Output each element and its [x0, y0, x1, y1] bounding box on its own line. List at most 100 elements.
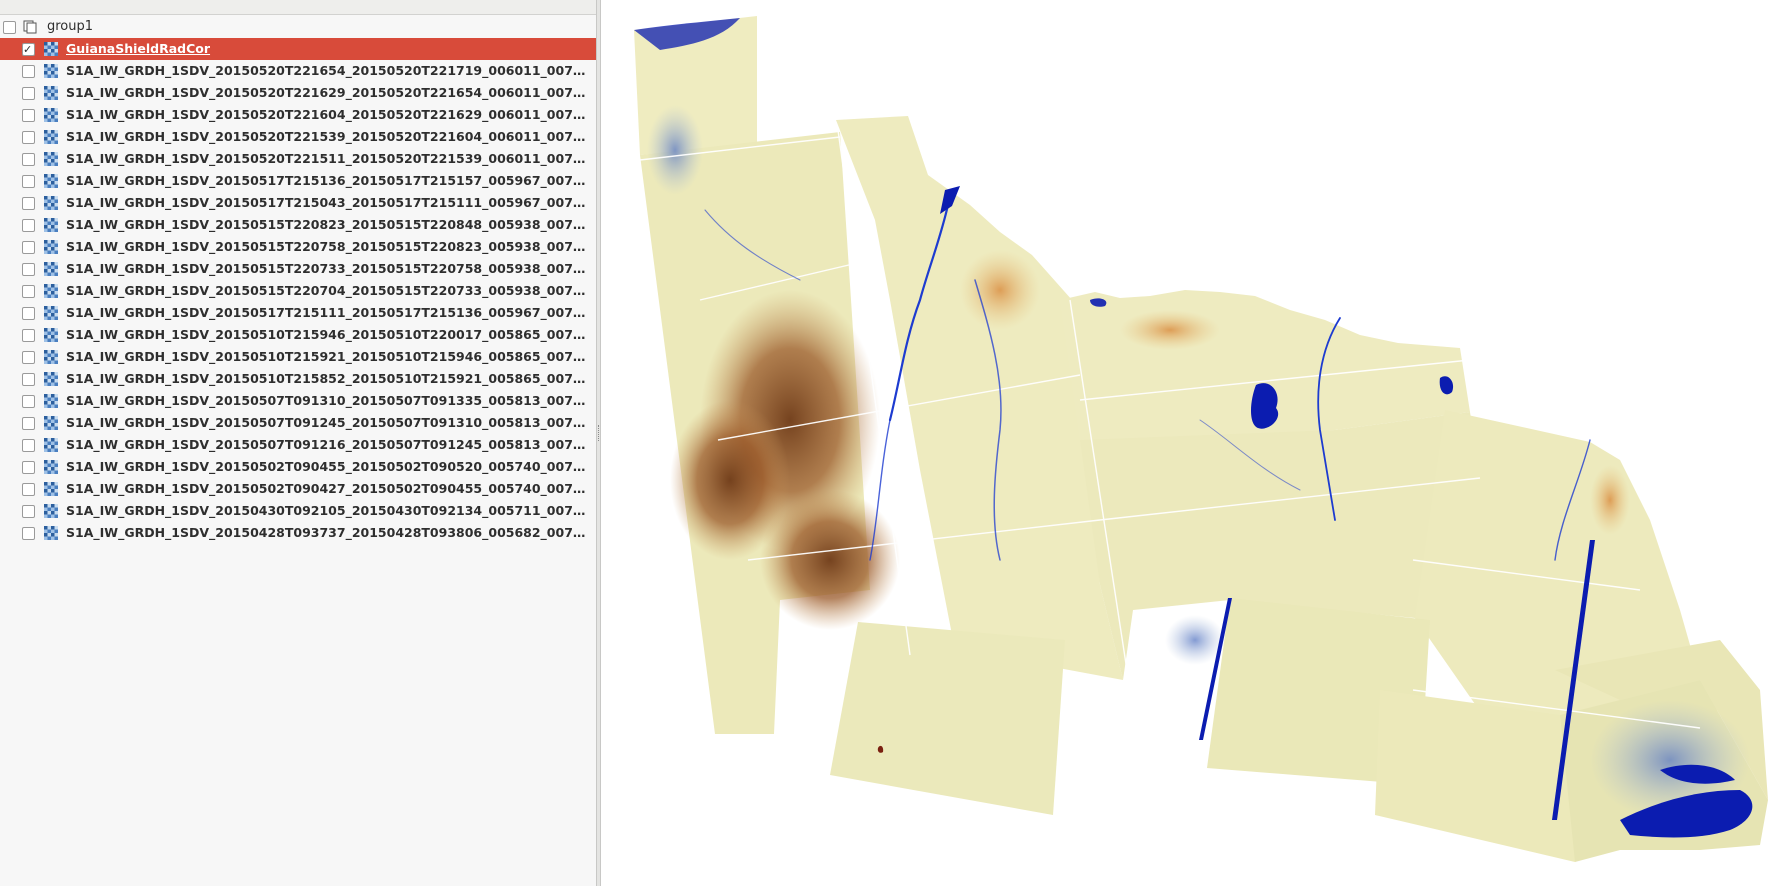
layer-row[interactable]: S1A_IW_GRDH_1SDV_20150502T090455_2015050…	[0, 456, 596, 478]
raster-layer-icon	[44, 174, 58, 188]
raster-layer-icon	[44, 438, 58, 452]
layer-visibility-checkbox[interactable]	[22, 197, 35, 210]
layer-label: S1A_IW_GRDH_1SDV_20150517T215043_2015051…	[66, 195, 590, 210]
layer-visibility-checkbox[interactable]	[22, 109, 35, 122]
layer-row[interactable]: S1A_IW_GRDH_1SDV_20150510T215921_2015051…	[0, 346, 596, 368]
layer-visibility-checkbox[interactable]	[22, 87, 35, 100]
raster-layer-icon	[44, 262, 58, 276]
layer-label: S1A_IW_GRDH_1SDV_20150515T220758_2015051…	[66, 239, 590, 254]
raster-layer-icon	[44, 130, 58, 144]
group-label: group1	[47, 19, 94, 34]
layer-label: S1A_IW_GRDH_1SDV_20150502T090427_2015050…	[66, 481, 590, 496]
layer-visibility-checkbox[interactable]	[22, 263, 35, 276]
raster-layer-icon	[44, 42, 58, 56]
layer-visibility-checkbox[interactable]	[22, 439, 35, 452]
layer-label: S1A_IW_GRDH_1SDV_20150428T093737_2015042…	[66, 525, 590, 540]
raster-layer-icon	[44, 372, 58, 386]
layer-visibility-checkbox[interactable]	[22, 153, 35, 166]
layer-visibility-checkbox[interactable]	[22, 175, 35, 188]
raster-layer-icon	[44, 64, 58, 78]
layer-row[interactable]: S1A_IW_GRDH_1SDV_20150507T091310_2015050…	[0, 390, 596, 412]
layer-label: S1A_IW_GRDH_1SDV_20150430T092105_2015043…	[66, 503, 590, 518]
layer-label: S1A_IW_GRDH_1SDV_20150520T221539_2015052…	[66, 129, 590, 144]
layer-row[interactable]: S1A_IW_GRDH_1SDV_20150510T215946_2015051…	[0, 324, 596, 346]
layer-label: S1A_IW_GRDH_1SDV_20150515T220704_2015051…	[66, 283, 590, 298]
raster-layer-icon	[44, 328, 58, 342]
layer-label: S1A_IW_GRDH_1SDV_20150520T221604_2015052…	[66, 107, 590, 122]
layer-row[interactable]: S1A_IW_GRDH_1SDV_20150515T220823_2015051…	[0, 214, 596, 236]
layer-row[interactable]: S1A_IW_GRDH_1SDV_20150520T221654_2015052…	[0, 60, 596, 82]
layer-label: S1A_IW_GRDH_1SDV_20150520T221629_2015052…	[66, 85, 590, 100]
layer-visibility-checkbox[interactable]	[22, 329, 35, 342]
layer-visibility-checkbox[interactable]	[22, 219, 35, 232]
raster-layer-icon	[44, 152, 58, 166]
layer-row[interactable]: S1A_IW_GRDH_1SDV_20150517T215043_2015051…	[0, 192, 596, 214]
layer-label: S1A_IW_GRDH_1SDV_20150507T091310_2015050…	[66, 393, 590, 408]
layer-visibility-checkbox[interactable]	[22, 483, 35, 496]
layer-visibility-checkbox[interactable]	[22, 131, 35, 144]
layer-visibility-checkbox[interactable]	[22, 39, 35, 61]
layer-row[interactable]: S1A_IW_GRDH_1SDV_20150502T090427_2015050…	[0, 478, 596, 500]
layer-visibility-checkbox[interactable]	[22, 285, 35, 298]
layer-visibility-checkbox[interactable]	[22, 505, 35, 518]
layer-row[interactable]: S1A_IW_GRDH_1SDV_20150510T215852_2015051…	[0, 368, 596, 390]
layer-label: S1A_IW_GRDH_1SDV_20150520T221654_2015052…	[66, 63, 590, 78]
layer-label: S1A_IW_GRDH_1SDV_20150520T221511_2015052…	[66, 151, 590, 166]
raster-layer-icon	[44, 240, 58, 254]
layer-visibility-checkbox[interactable]	[22, 307, 35, 320]
map-canvas[interactable]	[601, 0, 1776, 886]
layer-visibility-checkbox[interactable]	[22, 417, 35, 430]
layer-label: S1A_IW_GRDH_1SDV_20150515T220733_2015051…	[66, 261, 590, 276]
raster-layer-icon	[44, 284, 58, 298]
layer-label: S1A_IW_GRDH_1SDV_20150517T215136_2015051…	[66, 173, 590, 188]
layer-tree: group1 GuianaShieldRadCor S1A_IW_GRDH_1SDV…	[0, 16, 596, 544]
layer-label: S1A_IW_GRDH_1SDV_20150510T215921_2015051…	[66, 349, 590, 364]
layer-label: S1A_IW_GRDH_1SDV_20150510T215946_2015051…	[66, 327, 590, 342]
raster-layer-icon	[44, 416, 58, 430]
layer-label: GuianaShieldRadCor	[66, 41, 211, 56]
layer-row[interactable]: GuianaShieldRadCor	[0, 38, 596, 61]
layer-group-row[interactable]: group1	[0, 16, 596, 38]
layer-row[interactable]: S1A_IW_GRDH_1SDV_20150430T092105_2015043…	[0, 500, 596, 522]
raster-layer-icon	[44, 394, 58, 408]
layer-label: S1A_IW_GRDH_1SDV_20150515T220823_2015051…	[66, 217, 590, 232]
layer-row[interactable]: S1A_IW_GRDH_1SDV_20150515T220733_2015051…	[0, 258, 596, 280]
layer-row[interactable]: S1A_IW_GRDH_1SDV_20150428T093737_2015042…	[0, 522, 596, 544]
layer-label: S1A_IW_GRDH_1SDV_20150502T090455_2015050…	[66, 459, 590, 474]
layer-row[interactable]: S1A_IW_GRDH_1SDV_20150515T220758_2015051…	[0, 236, 596, 258]
raster-layer-icon	[44, 350, 58, 364]
splitter-grip-icon	[598, 425, 600, 441]
layer-visibility-checkbox[interactable]	[22, 373, 35, 386]
raster-layer-icon	[44, 526, 58, 540]
raster-layer-icon	[44, 196, 58, 210]
layer-visibility-checkbox[interactable]	[22, 351, 35, 364]
raster-layer-icon	[44, 482, 58, 496]
raster-layer-icon	[44, 86, 58, 100]
layer-label: S1A_IW_GRDH_1SDV_20150517T215111_2015051…	[66, 305, 590, 320]
layer-row[interactable]: S1A_IW_GRDH_1SDV_20150517T215136_2015051…	[0, 170, 596, 192]
layer-label: S1A_IW_GRDH_1SDV_20150507T091216_2015050…	[66, 437, 590, 452]
layer-label: S1A_IW_GRDH_1SDV_20150510T215852_2015051…	[66, 371, 590, 386]
layer-row[interactable]: S1A_IW_GRDH_1SDV_20150507T091216_2015050…	[0, 434, 596, 456]
layer-label: S1A_IW_GRDH_1SDV_20150507T091245_2015050…	[66, 415, 590, 430]
layer-visibility-checkbox[interactable]	[22, 527, 35, 540]
group-visibility-checkbox[interactable]	[3, 21, 16, 34]
layer-visibility-checkbox[interactable]	[22, 65, 35, 78]
layer-row[interactable]: S1A_IW_GRDH_1SDV_20150520T221604_2015052…	[0, 104, 596, 126]
layer-visibility-checkbox[interactable]	[22, 461, 35, 474]
layer-row[interactable]: S1A_IW_GRDH_1SDV_20150520T221629_2015052…	[0, 82, 596, 104]
layer-row[interactable]: S1A_IW_GRDH_1SDV_20150520T221539_2015052…	[0, 126, 596, 148]
raster-mosaic	[634, 16, 1768, 862]
panel-header-strip	[0, 0, 596, 15]
raster-layer-icon	[44, 460, 58, 474]
layer-row[interactable]: S1A_IW_GRDH_1SDV_20150507T091245_2015050…	[0, 412, 596, 434]
raster-layer-icon	[44, 218, 58, 232]
layer-row[interactable]: S1A_IW_GRDH_1SDV_20150515T220704_2015051…	[0, 280, 596, 302]
raster-layer-icon	[44, 306, 58, 320]
layer-row[interactable]: S1A_IW_GRDH_1SDV_20150517T215111_2015051…	[0, 302, 596, 324]
layers-panel: group1 GuianaShieldRadCor S1A_IW_GRDH_1SDV…	[0, 0, 596, 886]
layer-row[interactable]: S1A_IW_GRDH_1SDV_20150520T221511_2015052…	[0, 148, 596, 170]
layer-visibility-checkbox[interactable]	[22, 395, 35, 408]
layer-visibility-checkbox[interactable]	[22, 241, 35, 254]
group-icon	[23, 20, 37, 34]
